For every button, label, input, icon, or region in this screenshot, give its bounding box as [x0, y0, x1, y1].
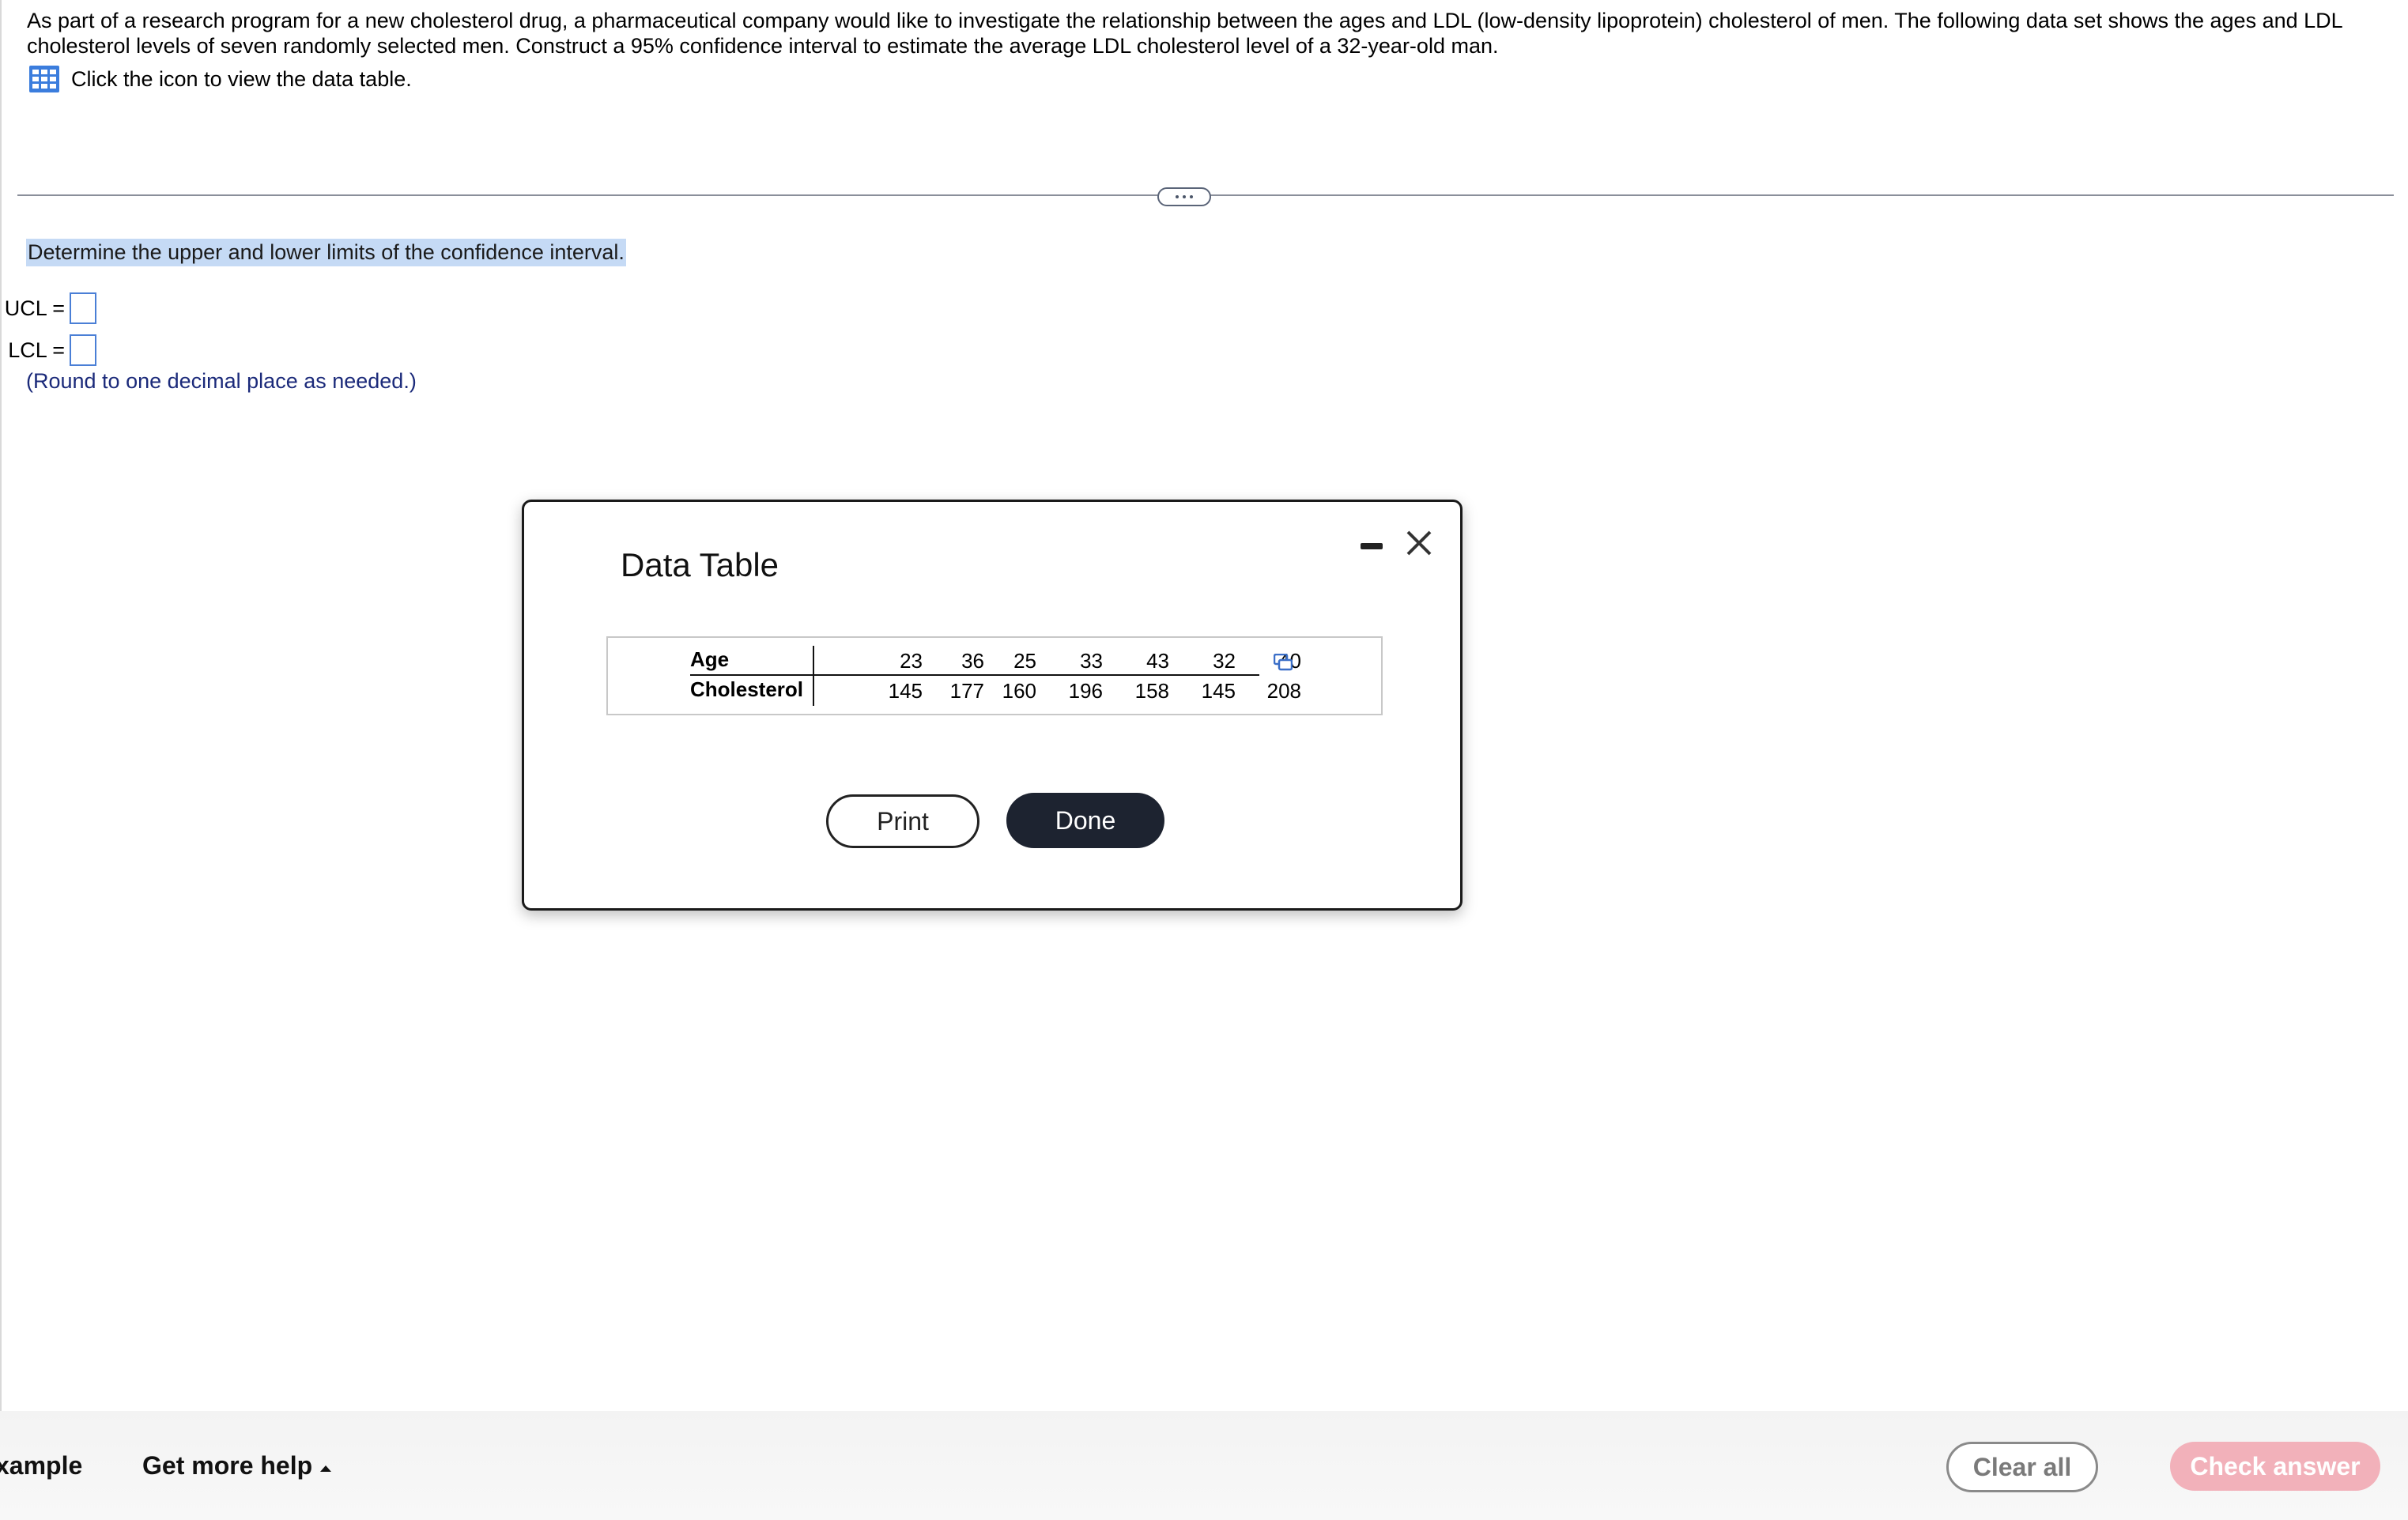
rounding-hint: (Round to one decimal place as needed.): [26, 369, 417, 393]
lcl-row: LCL =: [0, 334, 96, 366]
close-icon[interactable]: [1405, 529, 1433, 557]
data-table-icon[interactable]: [28, 65, 60, 93]
caret-up-icon: [320, 1465, 332, 1472]
cholesterol-cell: 177: [949, 679, 984, 703]
age-cell: 32: [1213, 649, 1236, 673]
cholesterol-cell: 208: [1266, 679, 1301, 703]
cholesterol-cell: 145: [888, 679, 923, 703]
data-link-label[interactable]: Click the icon to view the data table.: [71, 67, 412, 92]
clear-all-button[interactable]: Clear all: [1946, 1442, 2098, 1492]
lcl-label: LCL =: [8, 338, 65, 362]
more-dots-icon[interactable]: [1157, 187, 1211, 206]
question-prompt: Determine the upper and lower limits of …: [26, 239, 626, 266]
problem-statement: As part of a research program for a new …: [27, 9, 2342, 58]
table-row-cholesterol: Cholesterol: [690, 674, 813, 704]
age-cell: 33: [1080, 649, 1103, 673]
copy-icon[interactable]: [1274, 654, 1293, 671]
ucl-row: UCL =: [0, 292, 96, 324]
view-example-link[interactable]: xample: [0, 1451, 82, 1480]
age-cell: 25: [1013, 649, 1036, 673]
view-data-table-link[interactable]: Click the icon to view the data table.: [28, 65, 412, 93]
get-more-help-label[interactable]: Get more help: [142, 1451, 312, 1480]
minimize-icon[interactable]: [1361, 543, 1383, 549]
done-button[interactable]: Done: [1006, 793, 1164, 848]
cholesterol-cell: 196: [1068, 679, 1103, 703]
row-label-cholesterol: Cholesterol: [690, 677, 804, 701]
row-label-age: Age: [690, 647, 730, 671]
table-column-rule: [813, 646, 814, 706]
table-row-age: Age: [690, 644, 813, 674]
data-table-dialog: Data Table Age Cholesterol 23 36 25 33 4…: [522, 500, 1463, 911]
cholesterol-cell: 160: [1002, 679, 1036, 703]
dialog-title: Data Table: [621, 546, 779, 583]
ucl-input[interactable]: [70, 292, 96, 324]
check-answer-button[interactable]: Check answer: [2170, 1442, 2380, 1491]
age-cell: 36: [961, 649, 984, 673]
lcl-input[interactable]: [70, 334, 96, 366]
cholesterol-cell: 145: [1201, 679, 1236, 703]
age-cell: 43: [1146, 649, 1169, 673]
age-cell: 23: [900, 649, 923, 673]
get-more-help-button[interactable]: Get more help: [142, 1451, 332, 1480]
cholesterol-cell: 158: [1134, 679, 1169, 703]
print-button[interactable]: Print: [826, 794, 979, 848]
ucl-label: UCL =: [4, 296, 65, 320]
left-border: [0, 0, 2, 1411]
